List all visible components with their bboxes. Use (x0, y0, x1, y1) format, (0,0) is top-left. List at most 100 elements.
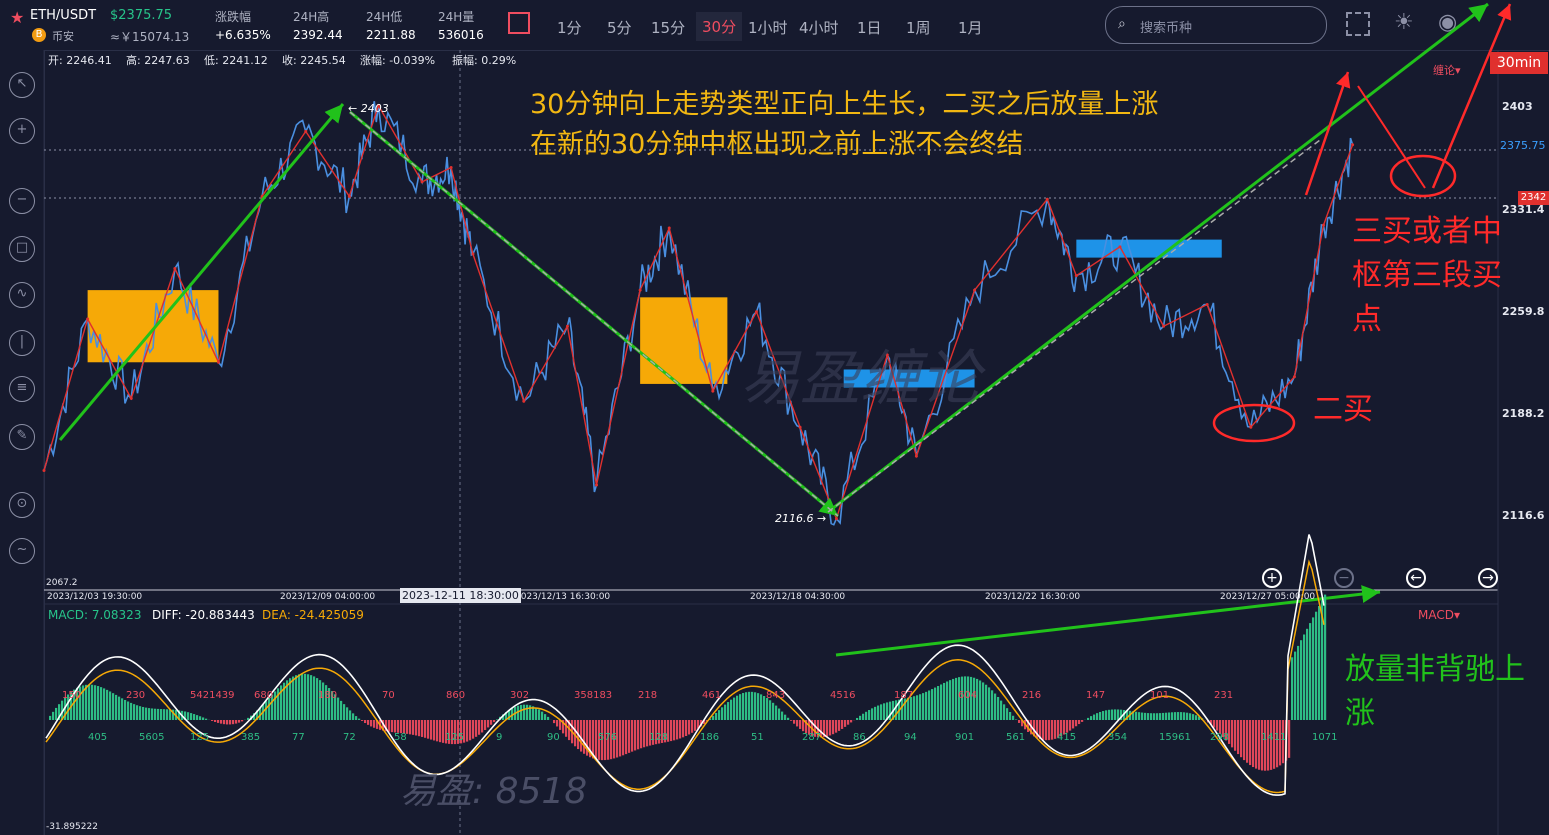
macd-histogram-bar (373, 720, 376, 728)
macd-histogram-bar (820, 720, 823, 738)
theme-sun-icon[interactable]: ☀ (1394, 10, 1414, 35)
interval-30m[interactable]: 30分 (696, 12, 743, 41)
macd-histogram-bar (1285, 720, 1288, 761)
symbol-name[interactable]: ETH/USDT (30, 8, 96, 23)
macd-histogram-bar (238, 720, 241, 723)
macd-histogram-bar (1087, 717, 1090, 720)
macd-histogram-bar (1096, 713, 1099, 720)
macd-trough-label: 128 (649, 732, 668, 743)
macd-histogram-bar (655, 720, 658, 745)
interval-1h[interactable]: 1小时 (748, 17, 788, 38)
macd-peak-label: 231 (1214, 690, 1233, 701)
exchange-name: 币安 (52, 30, 74, 43)
trend-line-icon[interactable]: ∿ (9, 282, 35, 308)
macd-histogram-bar (652, 720, 655, 745)
macd-histogram-bar (883, 703, 886, 720)
macd-histogram-bar (700, 720, 703, 727)
macd-histogram-bar (1066, 720, 1069, 733)
macd-histogram-bar (226, 720, 229, 725)
macd-trough-label: 561 (1006, 732, 1025, 743)
interval-4h[interactable]: 4小时 (799, 17, 839, 38)
macd-histogram-bar (997, 696, 1000, 720)
macd-histogram-bar (286, 680, 289, 720)
macd-histogram-bar (676, 720, 679, 740)
macd-histogram-bar (913, 696, 916, 720)
macd-trough-label: 385 (241, 732, 260, 743)
macd-histogram-bar (544, 714, 547, 720)
macd-histogram-bar (493, 720, 496, 723)
macd-histogram-bar (967, 676, 970, 720)
macd-histogram-bar (973, 677, 976, 720)
scroll-left-button[interactable]: ← (1406, 568, 1426, 588)
macd-histogram-bar (910, 697, 913, 720)
macd-histogram-bar (304, 673, 307, 720)
cny-price: ≈￥15074.13 (110, 30, 190, 44)
wave-icon[interactable]: ~ (9, 538, 35, 564)
macd-peak-label: 860 (446, 690, 465, 701)
brush-icon[interactable]: ✎ (9, 424, 35, 450)
macd-trough-label: 405 (88, 732, 107, 743)
stat-value-low: 2211.88 (366, 28, 416, 42)
macd-histogram-bar (1090, 716, 1093, 720)
favorite-star-icon[interactable]: ★ (10, 8, 24, 27)
rectangle-icon[interactable]: □ (9, 236, 35, 262)
macd-trough-label: 51 (751, 732, 764, 743)
zoom-in-button[interactable]: + (1262, 568, 1282, 588)
main-watermark: 易盈缠论 (740, 344, 980, 414)
macd-histogram-bar (430, 720, 433, 740)
macd-histogram-bar (466, 720, 469, 742)
macd-histogram-bar (385, 720, 388, 732)
zoom-in-icon[interactable]: + (9, 118, 35, 144)
macd-histogram-bar (1270, 720, 1273, 770)
macd-histogram-bar (133, 704, 136, 720)
stat-label-change: 涨跌幅 (215, 10, 252, 24)
stat-label-low: 24H低 (366, 10, 403, 24)
interval-15m[interactable]: 15分 (651, 17, 685, 38)
interval-1m[interactable]: 1分 (557, 17, 582, 38)
macd-histogram-bar (721, 707, 724, 720)
macd-histogram-bar (217, 720, 220, 723)
macd-histogram-bar (259, 707, 262, 720)
macd-menu[interactable]: MACD▾ (1418, 608, 1460, 622)
scroll-right-button[interactable]: → (1478, 568, 1498, 588)
fullscreen-icon[interactable] (1346, 12, 1370, 36)
macd-histogram-bar (658, 720, 661, 744)
macd-histogram-bar (1117, 709, 1120, 720)
interval-1d[interactable]: 1日 (857, 17, 882, 38)
macd-histogram-bar (703, 720, 706, 724)
macd-histogram-bar (1192, 714, 1195, 720)
fibonacci-icon[interactable]: ≡ (9, 376, 35, 402)
cursor-icon[interactable]: ↖ (9, 72, 35, 98)
eye-icon[interactable]: ◉ (1438, 10, 1457, 35)
macd-histogram-bar (241, 720, 244, 722)
y-tick-2116: 2116.6 (1502, 509, 1545, 522)
vertical-line-icon[interactable]: | (9, 330, 35, 356)
macd-trough-label: 1071 (1312, 732, 1337, 743)
magnet-icon[interactable]: ⊙ (9, 492, 35, 518)
zoom-out-icon[interactable]: − (9, 188, 35, 214)
interval-1mo[interactable]: 1月 (958, 17, 983, 38)
interval-5m[interactable]: 5分 (607, 17, 632, 38)
macd-histogram-bar (247, 717, 250, 720)
annotation-line-2: 在新的30分钟中枢出现之前上涨不会终结 (530, 129, 1024, 160)
macd-trough-label: 125 (190, 732, 209, 743)
macd-min-label: -31.895222 (46, 822, 98, 832)
macd-histogram-bar (1279, 720, 1282, 766)
macd-histogram-bar (397, 720, 400, 733)
macd-histogram-bar (850, 720, 853, 723)
macd-histogram-bar (280, 685, 283, 720)
macd-histogram-bar (916, 695, 919, 720)
chart-type-icon[interactable] (508, 12, 530, 34)
search-box[interactable]: ⌕ 搜索币种 (1105, 6, 1327, 44)
indicator-menu[interactable]: 缠论▾ (1433, 62, 1461, 78)
macd-histogram-bar (790, 720, 793, 721)
zoom-out-button[interactable]: − (1334, 568, 1354, 588)
macd-histogram-bar (469, 720, 472, 741)
macd-histogram-bar (1120, 709, 1123, 720)
dea-value: DEA: -24.425059 (262, 608, 364, 622)
macd-histogram-bar (103, 688, 106, 720)
interval-1w[interactable]: 1周 (906, 17, 931, 38)
third-buy-circle (1389, 154, 1457, 198)
segment-line (43, 103, 1354, 521)
segment-point (834, 517, 838, 521)
